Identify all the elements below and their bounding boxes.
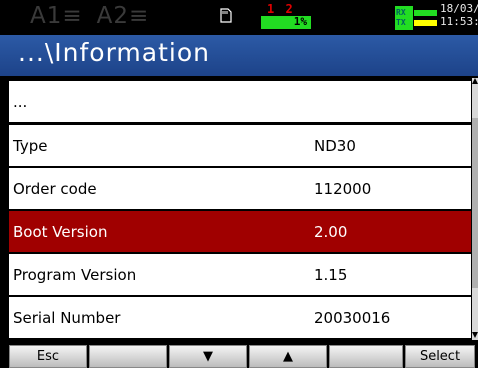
list-item-label: Order code — [13, 180, 97, 198]
down-arrow-button[interactable]: ▼ — [169, 345, 247, 368]
esc-button[interactable]: Esc — [9, 345, 87, 368]
list-item-serial-number[interactable]: Serial Number 20030016 — [9, 297, 471, 338]
list-item-boot-version[interactable]: Boot Version 2.00 — [9, 211, 471, 252]
memory-usage-bar: 1% — [261, 15, 311, 29]
date-text: 18/03/22 — [440, 2, 478, 15]
softkey-bar: Esc ▼ ▲ Select — [0, 345, 478, 368]
list-item-value: 1.15 — [314, 266, 348, 284]
tx-activity-bar — [414, 20, 437, 26]
list-item-program-version[interactable]: Program Version 1.15 — [9, 254, 471, 295]
rx-label: RX — [396, 8, 406, 17]
rx-activity-bar — [414, 10, 437, 16]
memory-usage-text: 1% — [293, 15, 307, 28]
title-bar: ...\Information — [0, 35, 478, 76]
select-button[interactable]: Select — [405, 345, 475, 368]
scroll-up-arrow-icon[interactable] — [472, 78, 478, 84]
list-item-value: 2.00 — [314, 223, 348, 241]
alarm-indicators: A1≡ A2≡ — [30, 3, 163, 29]
alarm-2-indicator: A2≡ — [96, 3, 150, 29]
channel-indicator: 1 2 — [267, 2, 295, 16]
device-screen: A1≡ A2≡ 1 2 1% RX TX 18/03/22 11:53:38 ..… — [0, 0, 478, 368]
time-text: 11:53:38 — [440, 15, 478, 28]
scrollbar-thumb[interactable] — [472, 118, 478, 288]
up-arrow-button[interactable]: ▲ — [249, 345, 327, 368]
list-item-label: Boot Version — [13, 223, 108, 241]
sd-card-icon — [220, 8, 232, 23]
list-item-label: Type — [13, 137, 48, 155]
softkey-5-button[interactable] — [329, 345, 403, 368]
list-item-order-code[interactable]: Order code 112000 — [9, 168, 471, 209]
tx-label: TX — [396, 18, 406, 27]
status-bar: A1≡ A2≡ 1 2 1% RX TX 18/03/22 11:53:38 — [0, 0, 478, 35]
date-time: 18/03/22 11:53:38 — [440, 2, 478, 28]
list-item-label: ... — [13, 93, 28, 111]
list-item-value: 20030016 — [314, 309, 391, 327]
alarm-1-indicator: A1≡ — [30, 3, 83, 29]
scrollbar[interactable] — [472, 78, 478, 340]
softkey-2-button[interactable] — [89, 345, 167, 368]
scroll-down-arrow-icon[interactable] — [472, 332, 478, 338]
page-title: ...\Information — [18, 38, 210, 67]
list-item-parent[interactable]: ... — [9, 81, 471, 122]
list-item-label: Serial Number — [13, 309, 121, 327]
list-item-value: 112000 — [314, 180, 372, 198]
rxtx-led: RX TX — [395, 6, 413, 30]
list-item-label: Program Version — [13, 266, 137, 284]
information-list: ... Type ND30 Order code 112000 Boot Ver… — [0, 78, 472, 340]
list-item-value: ND30 — [314, 137, 356, 155]
list-item-type[interactable]: Type ND30 — [9, 125, 471, 166]
